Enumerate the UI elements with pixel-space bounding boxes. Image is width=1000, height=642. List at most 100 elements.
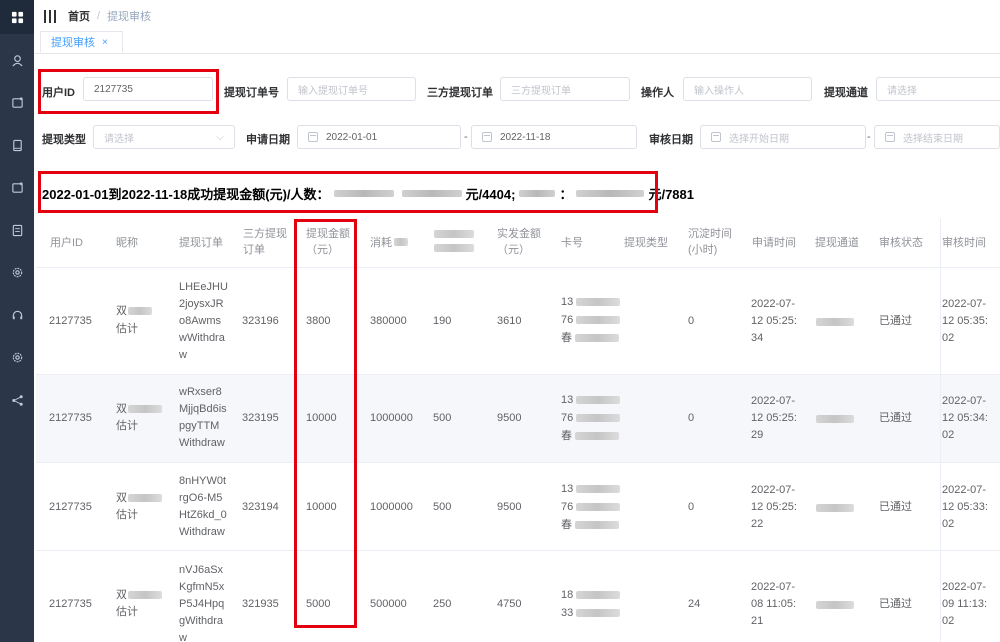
cell-user-id: 2127735 [49,315,92,327]
cell-third: 321935 [242,598,279,610]
cell-user-id: 2127735 [49,598,92,610]
table-row[interactable]: 2127735 双 估计 wRxser8 MjjqBd6is pgyTTM Wi… [36,375,1000,463]
cell-audit-l1: 2022-07- [942,395,987,407]
operator-input[interactable]: 输入操作人 [683,77,812,101]
cell-audit-l2: 09 11:13: [942,598,988,610]
col-user-id: 用户ID [50,237,83,249]
cell-apply-l3: 22 [751,518,764,530]
top-header: 首页 / 提现审核 [34,0,1000,32]
folder-icon-2[interactable] [0,176,34,198]
close-icon[interactable]: × [102,37,108,48]
apply-date-end[interactable]: 2022-11-18 [471,125,637,149]
tab-withdraw-audit[interactable]: 提现审核 × [40,31,123,53]
cell-nick-2: 估计 [116,420,138,432]
audit-date-end-placeholder: 选择结束日期 [903,133,963,145]
user-icon[interactable] [0,49,34,71]
document-icon[interactable] [0,219,34,241]
highlight-summary [38,171,658,213]
menu-toggle-icon[interactable] [44,9,58,23]
col-actual-l2: （元） [497,244,530,256]
cell-order-l3: HtZ6kd_0 [179,509,227,521]
redacted-channel [816,415,854,423]
gear-icon[interactable] [0,261,34,283]
cell-apply-l2: 08 11:05: [751,598,797,610]
breadcrumb-home[interactable]: 首页 [68,8,90,24]
dashboard-icon[interactable] [0,0,34,34]
col-channel: 提现通道 [815,237,859,249]
redacted-header [434,230,474,238]
order-no-placeholder: 输入提现订单号 [298,85,368,97]
cell-settle: 24 [688,598,701,610]
cell-nick-1: 双 [116,490,162,507]
cell-order-l4: gWithdra [179,615,224,627]
folder-icon[interactable] [0,91,34,113]
cell-order-l4: Withdraw [179,437,225,449]
table-row[interactable]: 2127735 双 估计 8nHYW0t rgO6-M5 HtZ6kd_0 Wi… [36,463,1000,551]
cell-card-l1: 18 [561,587,621,604]
redacted-header [434,244,474,252]
cell-third: 323196 [242,315,279,327]
cell-third: 323194 [242,501,279,513]
cell-order-l5: w [179,349,187,361]
chevron-down-icon: ⌵ [216,132,224,143]
cell-nick-2: 估计 [116,323,138,335]
cell-order-l2: rgO6-M5 [179,492,223,504]
cell-status: 已通过 [879,598,912,610]
cell-order-l2: 2joysxJR [179,298,224,310]
cell-order-l4: wWithdra [179,332,225,344]
cell-col7: 250 [433,598,452,610]
breadcrumb-separator: / [97,10,101,22]
type-select[interactable]: 请选择 ⌵ [93,125,235,149]
cell-apply-l1: 2022-07- [751,395,796,407]
share-icon[interactable] [0,389,34,411]
cell-audit-l2: 12 05:34: [942,412,988,424]
cell-order-l2: MjjqBd6is [179,403,227,415]
cell-audit-l3: 02 [942,518,955,530]
apply-date-start[interactable]: 2022-01-01 [297,125,461,149]
cell-audit-l1: 2022-07- [942,298,987,310]
cell-apply-l3: 34 [751,332,764,344]
table-row[interactable]: 2127735 双 估计 LHEeJHU 2joysxJR o8Awms wWi… [36,268,1000,375]
cell-card-l1: 13 [561,294,621,311]
cell-apply-l2: 12 05:25: [751,315,797,327]
operator-placeholder: 输入操作人 [694,85,744,97]
cell-card-l1: 13 [561,392,621,409]
cell-actual: 9500 [497,412,522,424]
audit-date-start[interactable]: 选择开始日期 [700,125,866,149]
third-order-input[interactable]: 三方提现订单 [500,77,630,101]
redacted-header [394,238,408,246]
cell-apply-l3: 29 [751,429,764,441]
cell-col7: 500 [433,412,452,424]
cell-audit-l1: 2022-07- [942,484,987,496]
cell-actual: 9500 [497,501,522,513]
apply-date-start-value: 2022-01-01 [326,131,378,143]
apply-date-separator: - [464,131,468,143]
cell-card-l3: 春 [561,428,619,445]
cell-settle: 0 [688,501,695,513]
channel-select[interactable]: 请选择 [876,77,1000,101]
settings-icon[interactable] [0,346,34,368]
tablet-icon[interactable] [0,134,34,156]
cell-audit-l2: 12 05:35: [942,315,988,327]
highlight-amount-column [294,219,357,628]
cell-order-l3: P5J4Hpq [179,598,225,610]
tab-label: 提现审核 [51,37,95,49]
cell-audit-l3: 02 [942,332,955,344]
table-row[interactable]: 2127735 双 估计 nVJ6aSx KgfmN5x P5J4Hpq gWi… [36,551,1000,642]
type-label: 提现类型 [42,134,86,146]
cell-apply-l1: 2022-07- [751,298,796,310]
calendar-icon [885,132,895,142]
headset-icon[interactable] [0,304,34,326]
order-no-input[interactable]: 输入提现订单号 [287,77,416,101]
cell-status: 已通过 [879,501,912,513]
cell-apply-l2: 12 05:25: [751,412,797,424]
cell-status: 已通过 [879,315,912,327]
cell-consume: 380000 [370,315,407,327]
cell-nick-1: 双 [116,303,152,320]
cell-settle: 0 [688,412,695,424]
cell-audit-l3: 02 [942,429,955,441]
cell-apply-l1: 2022-07- [751,484,796,496]
audit-date-separator: - [867,131,871,143]
audit-date-end[interactable]: 选择结束日期 [874,125,1000,149]
cell-order-l3: o8Awms [179,315,221,327]
